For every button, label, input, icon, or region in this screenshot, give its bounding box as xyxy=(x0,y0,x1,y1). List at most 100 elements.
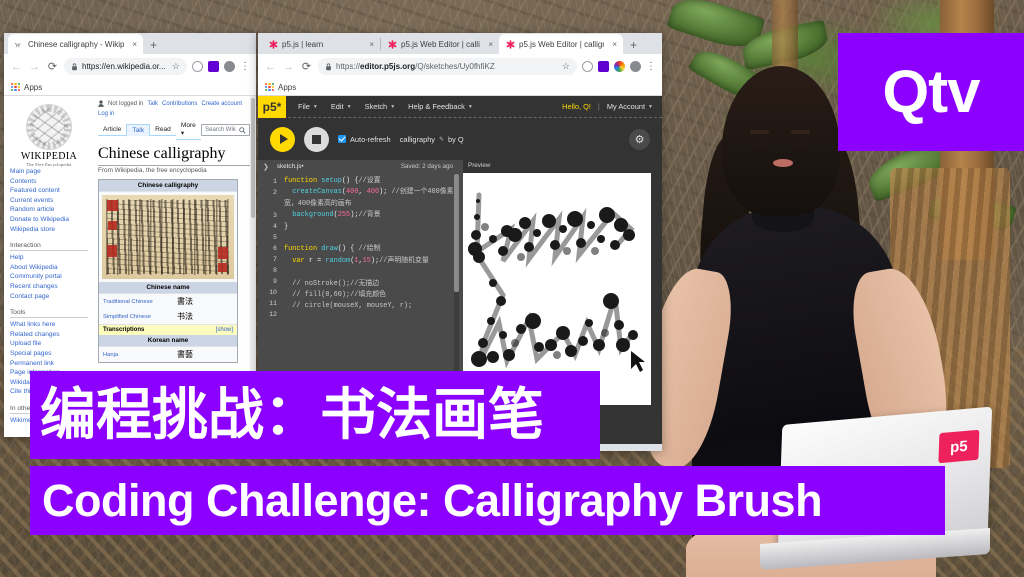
sidebar-item-what-links-here[interactable]: What links here xyxy=(10,320,88,330)
apps-grid-icon[interactable] xyxy=(265,82,274,92)
p5-asterisk-icon xyxy=(388,39,397,49)
pencil-icon[interactable]: ✎ xyxy=(439,136,444,143)
circle-icon[interactable] xyxy=(192,61,203,72)
chevron-down-icon: ▼ xyxy=(467,103,473,110)
wikipedia-page-tabs: Article Talk Read More ▾ Search Wik xyxy=(98,120,250,140)
browser-tab[interactable]: p5.js Web Editor | calligraphy × xyxy=(499,34,623,54)
sidebar-item-about[interactable]: About Wikipedia xyxy=(10,263,88,273)
sidebar-item-current-events[interactable]: Current events xyxy=(10,196,88,206)
apps-label[interactable]: Apps xyxy=(278,83,296,92)
sidebar-item-help[interactable]: Help xyxy=(10,253,88,263)
tab-talk[interactable]: Talk xyxy=(126,123,151,137)
apps-grid-icon[interactable] xyxy=(11,82,20,92)
browser-tab[interactable]: p5.js Web Editor | calligraph × xyxy=(381,34,499,54)
stop-button[interactable] xyxy=(304,126,329,152)
sidebar-item-community-portal[interactable]: Community portal xyxy=(10,272,88,282)
menu-help-feedback[interactable]: Help & Feedback ▼ xyxy=(408,102,473,111)
circle-icon[interactable] xyxy=(582,61,593,72)
address-bar[interactable]: https://en.wikipedia.or... ☆ xyxy=(64,58,187,75)
sidebar-item-special-pages[interactable]: Special pages xyxy=(10,349,88,359)
autorefresh-toggle[interactable]: Auto-refresh xyxy=(338,135,391,144)
chevron-right-icon[interactable]: ❯ xyxy=(263,163,269,171)
sidebar-item-upload-file[interactable]: Upload file xyxy=(10,339,88,349)
sidebar-item-recent-changes[interactable]: Recent changes xyxy=(10,282,88,292)
address-bar[interactable]: https://editor.p5js.org/Q/sketches/Uy0fh… xyxy=(318,58,577,75)
forward-icon[interactable]: → xyxy=(282,61,295,73)
bookmark-star-icon[interactable]: ☆ xyxy=(562,61,570,72)
code-line[interactable]: createCanvas(400, 400); //创建一个400像素宽，400… xyxy=(284,187,456,210)
code-line[interactable]: function setup() {//设置 xyxy=(284,176,456,187)
code-line[interactable]: } xyxy=(284,222,456,233)
userbar-link-create-account[interactable]: Create account xyxy=(201,101,242,107)
infobox-key[interactable]: Simplified Chinese xyxy=(103,314,177,320)
eye-right xyxy=(792,140,808,147)
code-line[interactable]: // circle(mouseX, mouseY, r); xyxy=(284,301,456,312)
forward-icon[interactable]: → xyxy=(28,61,41,73)
search-input[interactable]: Search Wik xyxy=(201,124,250,136)
close-icon[interactable]: × xyxy=(128,40,137,49)
userbar-link-contributions[interactable]: Contributions xyxy=(162,101,197,107)
p5-asterisk-icon xyxy=(506,39,515,49)
reload-icon[interactable]: ⟳ xyxy=(46,60,59,73)
sketch-name-field[interactable]: calligraphy ✎ by Q xyxy=(400,135,464,144)
menu-edit[interactable]: Edit ▼ xyxy=(331,102,352,111)
sidebar-item-contact[interactable]: Contact page xyxy=(10,292,88,302)
close-icon[interactable]: × xyxy=(365,40,374,49)
reload-icon[interactable]: ⟳ xyxy=(300,60,313,73)
code-line[interactable] xyxy=(284,233,456,244)
bookmark-star-icon[interactable]: ☆ xyxy=(172,61,180,72)
code-line[interactable]: // fill(0,60);//填充颜色 xyxy=(284,290,456,301)
sidebar-item-store[interactable]: Wikipedia store xyxy=(10,225,88,235)
code-line[interactable] xyxy=(284,267,456,278)
tab-article[interactable]: Article xyxy=(98,124,127,136)
close-icon[interactable]: × xyxy=(484,40,493,49)
gear-icon[interactable]: ⚙ xyxy=(629,128,650,150)
menu-sketch[interactable]: Sketch ▼ xyxy=(365,102,396,111)
infobox-section-korean: Korean name xyxy=(99,335,237,347)
title-english-text: Coding Challenge: Calligraphy Brush xyxy=(42,474,823,526)
userbar-link-login[interactable]: Log in xyxy=(98,111,250,117)
my-account-menu[interactable]: My Account ▼ xyxy=(607,102,653,111)
new-tab-button[interactable]: + xyxy=(143,36,164,54)
browser-menu-icon[interactable]: ⋮ xyxy=(646,61,656,71)
profile-icon[interactable] xyxy=(630,61,641,72)
play-button[interactable] xyxy=(270,126,295,152)
sidebar-item-permanent-link[interactable]: Permanent link xyxy=(10,359,88,369)
p5-logo[interactable]: p5* xyxy=(258,95,286,118)
code-line[interactable]: background(255);//背景 xyxy=(284,210,456,221)
checkbox-icon[interactable] xyxy=(338,135,346,143)
color-wheel-icon[interactable] xyxy=(614,61,625,72)
new-tab-button[interactable]: + xyxy=(623,36,644,54)
code-line[interactable]: function draw() { //绘制 xyxy=(284,244,456,255)
sidebar-item-related-changes[interactable]: Related changes xyxy=(10,330,88,340)
transcriptions-show-link[interactable]: [show] xyxy=(216,327,233,333)
preview-label: Preview xyxy=(468,162,491,169)
close-icon[interactable]: × xyxy=(608,40,617,49)
sidebar-item-random-article[interactable]: Random article xyxy=(10,205,88,215)
code-line[interactable]: // noStroke();//无描边 xyxy=(284,279,456,290)
browser-menu-icon[interactable]: ⋮ xyxy=(240,61,250,71)
infobox-key[interactable]: Hanja xyxy=(103,352,177,358)
sidebar-item-main-page[interactable]: Main page xyxy=(10,167,88,177)
code-line[interactable]: var r = random(1,15);//声明随机变量 xyxy=(284,256,456,267)
y-icon[interactable] xyxy=(598,61,609,72)
back-icon[interactable]: ← xyxy=(10,61,23,73)
sidebar-item-donate[interactable]: Donate to Wikipedia xyxy=(10,215,88,225)
infobox-key[interactable]: Traditional Chinese xyxy=(103,299,177,305)
profile-icon[interactable] xyxy=(224,61,235,72)
code-line[interactable] xyxy=(284,313,456,324)
tab-read[interactable]: Read xyxy=(150,124,176,136)
browser-tab[interactable]: p5.js | learn × xyxy=(262,34,380,54)
userbar-link-talk[interactable]: Talk xyxy=(147,101,158,107)
page-subtitle: From Wikipedia, the free encyclopedia xyxy=(98,167,207,174)
filename-label[interactable]: sketch.js• xyxy=(277,163,304,170)
apps-label[interactable]: Apps xyxy=(24,83,42,92)
sidebar-item-featured-content[interactable]: Featured content xyxy=(10,186,88,196)
browser-tab[interactable]: W Chinese calligraphy - Wikipedi × xyxy=(8,34,143,54)
menu-file[interactable]: File ▼ xyxy=(298,102,318,111)
back-icon[interactable]: ← xyxy=(264,61,277,73)
tab-more[interactable]: More ▾ xyxy=(175,120,202,140)
page-title: Chinese calligraphy xyxy=(98,145,250,166)
sidebar-item-contents[interactable]: Contents xyxy=(10,177,88,187)
y-icon[interactable] xyxy=(208,61,219,72)
